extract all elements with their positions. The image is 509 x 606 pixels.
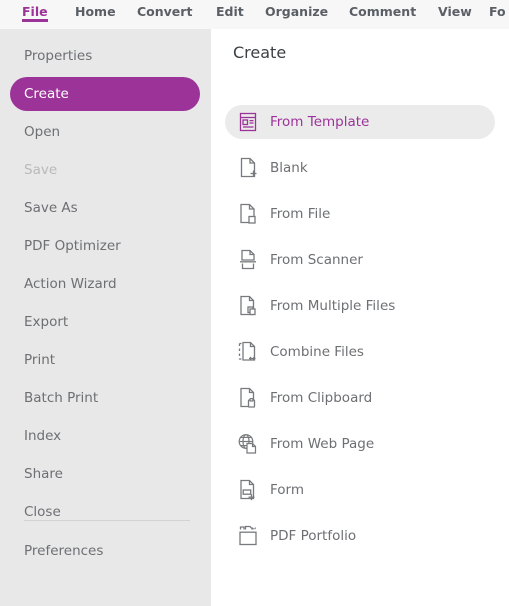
- create-item-label: From Scanner: [270, 252, 363, 268]
- tab-home[interactable]: Home: [75, 0, 116, 19]
- file-menu-sidebar: Properties Create Open Save Save As PDF …: [0, 29, 211, 606]
- create-item-label: Form: [270, 482, 305, 498]
- create-item-from-scanner[interactable]: From Scanner: [225, 243, 495, 277]
- tab-convert[interactable]: Convert: [137, 0, 192, 19]
- sidebar-item-action-wizard[interactable]: Action Wizard: [10, 267, 200, 301]
- create-item-label: From Clipboard: [270, 390, 373, 406]
- tab-edit-label: Edit: [216, 4, 244, 19]
- create-item-blank[interactable]: Blank: [225, 151, 495, 185]
- sidebar-item-close[interactable]: Close: [10, 495, 200, 529]
- tab-view-label: View: [438, 4, 472, 19]
- sidebar-item-print[interactable]: Print: [10, 343, 200, 377]
- scanner-icon: [237, 248, 259, 272]
- sidebar-item-batch-print[interactable]: Batch Print: [10, 381, 200, 415]
- sidebar-item-label: Print: [24, 352, 56, 368]
- sidebar-item-label: Action Wizard: [24, 276, 117, 292]
- sidebar-item-properties[interactable]: Properties: [10, 39, 200, 73]
- sidebar-item-pdf-optimizer[interactable]: PDF Optimizer: [10, 229, 200, 263]
- create-options-list: From Template Blank From File From Scann…: [211, 105, 509, 565]
- file-page-icon: [237, 202, 259, 226]
- sidebar-divider: [24, 520, 190, 521]
- sidebar-item-label: Properties: [24, 48, 93, 64]
- globe-page-icon: [237, 432, 259, 456]
- create-item-label: From Web Page: [270, 436, 375, 452]
- portfolio-icon: [237, 524, 259, 548]
- tab-view[interactable]: View: [438, 0, 472, 19]
- sidebar-item-index[interactable]: Index: [10, 419, 200, 453]
- multiple-files-icon: [237, 294, 259, 318]
- combine-files-icon: [237, 340, 259, 364]
- tab-forms[interactable]: Fo: [489, 0, 506, 19]
- tab-file[interactable]: File: [22, 0, 48, 22]
- tab-file-label: File: [22, 4, 48, 19]
- tab-active-underline: [22, 19, 48, 22]
- tab-organize-label: Organize: [265, 4, 329, 19]
- create-item-form[interactable]: Form: [225, 473, 495, 507]
- create-item-label: PDF Portfolio: [270, 528, 357, 544]
- tab-comment[interactable]: Comment: [349, 0, 416, 19]
- ribbon-tab-bar: File Home Convert Edit Organize Comment …: [0, 0, 509, 29]
- sidebar-item-label: Open: [24, 124, 61, 140]
- sidebar-item-label: Batch Print: [24, 390, 99, 406]
- tab-comment-label: Comment: [349, 4, 417, 19]
- template-icon: [237, 110, 259, 134]
- sidebar-item-label: Export: [24, 314, 69, 330]
- sidebar-item-share[interactable]: Share: [10, 457, 200, 491]
- create-item-pdf-portfolio[interactable]: PDF Portfolio: [225, 519, 495, 553]
- tab-home-label: Home: [75, 4, 116, 19]
- form-icon: [237, 478, 259, 502]
- create-item-from-clipboard[interactable]: From Clipboard: [225, 381, 495, 415]
- sidebar-item-label: Save: [24, 162, 58, 178]
- sidebar-item-preferences[interactable]: Preferences: [10, 534, 200, 568]
- tab-organize[interactable]: Organize: [265, 0, 328, 19]
- sidebar-item-label: Close: [24, 504, 61, 520]
- tab-convert-label: Convert: [137, 4, 193, 19]
- create-item-from-template[interactable]: From Template: [225, 105, 495, 139]
- blank-page-icon: [237, 156, 259, 180]
- tab-forms-label: Fo: [489, 4, 506, 19]
- create-item-label: Combine Files: [270, 344, 364, 360]
- tab-edit[interactable]: Edit: [216, 0, 244, 19]
- sidebar-item-save-as[interactable]: Save As: [10, 191, 200, 225]
- sidebar-item-label: Share: [24, 466, 63, 482]
- sidebar-item-label: Preferences: [24, 543, 104, 559]
- create-panel: Create From Template Blank From File Fro…: [211, 29, 509, 606]
- create-item-label: From Template: [270, 114, 370, 130]
- create-item-label: From Multiple Files: [270, 298, 396, 314]
- sidebar-item-label: Create: [24, 86, 69, 102]
- page-title: Create: [233, 43, 287, 62]
- create-item-label: Blank: [270, 160, 308, 176]
- clipboard-icon: [237, 386, 259, 410]
- create-item-from-multiple-files[interactable]: From Multiple Files: [225, 289, 495, 323]
- sidebar-item-label: PDF Optimizer: [24, 238, 121, 254]
- sidebar-item-export[interactable]: Export: [10, 305, 200, 339]
- sidebar-item-save: Save: [10, 153, 200, 187]
- sidebar-item-label: Index: [24, 428, 62, 444]
- create-item-label: From File: [270, 206, 331, 222]
- create-item-from-web-page[interactable]: From Web Page: [225, 427, 495, 461]
- create-item-combine-files[interactable]: Combine Files: [225, 335, 495, 369]
- create-item-from-file[interactable]: From File: [225, 197, 495, 231]
- sidebar-item-create[interactable]: Create: [10, 77, 200, 111]
- sidebar-item-label: Save As: [24, 200, 78, 216]
- sidebar-item-open[interactable]: Open: [10, 115, 200, 149]
